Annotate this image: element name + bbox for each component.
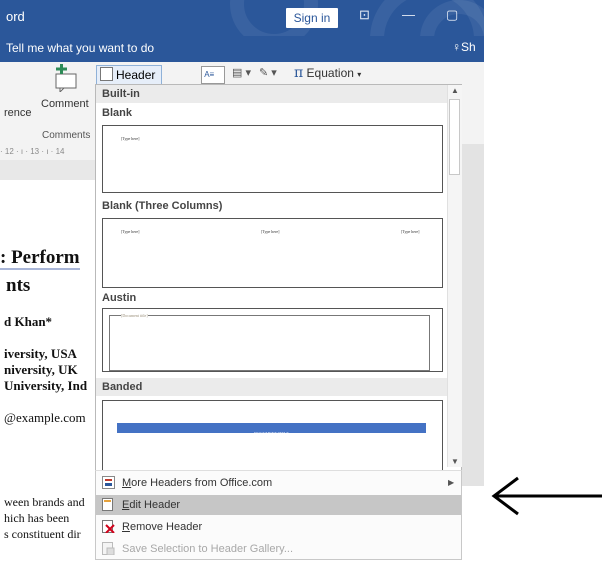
ruler-band [0, 160, 96, 180]
scroll-up-icon[interactable]: ▲ [451, 86, 459, 95]
doc-email: @example.com [4, 410, 86, 425]
share-button[interactable]: ♀Sh [452, 40, 476, 54]
header-menu: More Headers from Office.com ▶ Edit Head… [95, 470, 462, 560]
comment-button[interactable]: Comment [41, 98, 89, 110]
gallery-scrollbar[interactable]: ▲ ▼ [447, 85, 462, 467]
scroll-thumb[interactable] [449, 99, 460, 175]
pi-icon: π [294, 65, 304, 81]
doc-affiliation-3: University, Ind [4, 378, 88, 393]
gallery-section-builtin: Built-in [96, 85, 447, 103]
menu-item-edit-header[interactable]: Edit Header [96, 495, 461, 515]
doc-author: d Khan* [4, 314, 53, 329]
doc-body-line1: ween brands and [4, 495, 85, 509]
document-gutter [462, 144, 484, 486]
submenu-arrow-icon: ▶ [448, 478, 455, 487]
placeholder-text: [Type here] [401, 229, 420, 234]
remove-header-icon [102, 520, 115, 534]
menu-item-label: Remove Header [122, 521, 203, 533]
header-thumb-austin[interactable]: [Document title] [102, 308, 443, 372]
person-icon: ♀ [452, 40, 461, 54]
equation-button[interactable]: π Equation ▾ [294, 65, 361, 81]
doc-affiliation-1: iversity, USA [4, 346, 77, 361]
text-box-icon[interactable]: A≡ [201, 66, 225, 84]
header-thumb-blank[interactable]: [Type here] [102, 125, 443, 193]
ribbon-display-options-icon[interactable]: ⊡ [359, 7, 370, 23]
gallery-item-title: Banded [96, 378, 447, 396]
ruler: · 12 · ı · 13 · ı · 14 [0, 144, 96, 160]
header-page-icon [100, 67, 113, 81]
references-label: rence [4, 107, 32, 119]
header-thumb-blank-three-columns[interactable]: [Type here] [Type here] [Type here] [102, 218, 443, 288]
scroll-down-icon[interactable]: ▼ [451, 457, 459, 466]
doc-title-line1: : Perform [0, 247, 80, 270]
doc-body-line3: s constituent dir [4, 527, 81, 541]
menu-item-save-selection: Save Selection to Header Gallery... [96, 539, 461, 559]
chevron-down-icon: ▾ [357, 70, 362, 79]
banded-bar: DOCUMENT TITLE [117, 423, 426, 436]
tell-me-input[interactable]: Tell me what you want to do [6, 41, 154, 55]
gallery-item-title: Blank [102, 107, 132, 119]
menu-item-more-headers[interactable]: More Headers from Office.com ▶ [96, 473, 461, 493]
placeholder-text: [Document title] [121, 313, 148, 318]
edit-header-icon [102, 498, 115, 511]
menu-item-label: More Headers from Office.com [122, 477, 273, 489]
annotation-arrow-icon [486, 474, 604, 518]
header-label: Header [116, 68, 156, 82]
placeholder-text: [Type here] [121, 136, 140, 141]
menu-item-label: Save Selection to Header Gallery... [122, 543, 293, 555]
app-title: ord [6, 9, 25, 24]
doc-title-line2: nts [6, 275, 31, 296]
placeholder-text: [Type here] [121, 229, 140, 234]
office-icon [102, 476, 115, 489]
comments-group-label: Comments [42, 130, 91, 141]
doc-body-line2: hich has been [4, 511, 70, 525]
new-comment-icon[interactable] [50, 62, 78, 94]
doc-affiliation-2: niversity, UK [4, 362, 78, 377]
signature-line-icon[interactable]: ✎ ▾ [259, 66, 277, 79]
menu-item-label: Edit Header [122, 499, 181, 511]
sign-in-button[interactable]: Sign in [286, 8, 338, 28]
maximize-icon[interactable]: ▢ [446, 7, 458, 23]
gallery-item-title: Blank (Three Columns) [102, 200, 223, 212]
placeholder-text: DOCUMENT TITLE [254, 431, 289, 436]
header-button[interactable]: Header ▾ [96, 65, 162, 101]
austin-frame [109, 315, 430, 371]
quick-parts-icon[interactable]: ▤ ▾ [232, 66, 251, 79]
header-gallery: Built-in Blank [Type here] Blank (Three … [95, 84, 462, 486]
equation-label: Equation [306, 66, 354, 80]
minimize-icon[interactable]: — [402, 7, 415, 22]
placeholder-text: [Type here] [261, 229, 280, 234]
save-gallery-icon [102, 542, 115, 556]
share-label: Sh [461, 40, 476, 54]
menu-item-remove-header[interactable]: Remove Header [96, 517, 461, 537]
gallery-item-title: Austin [96, 289, 447, 307]
